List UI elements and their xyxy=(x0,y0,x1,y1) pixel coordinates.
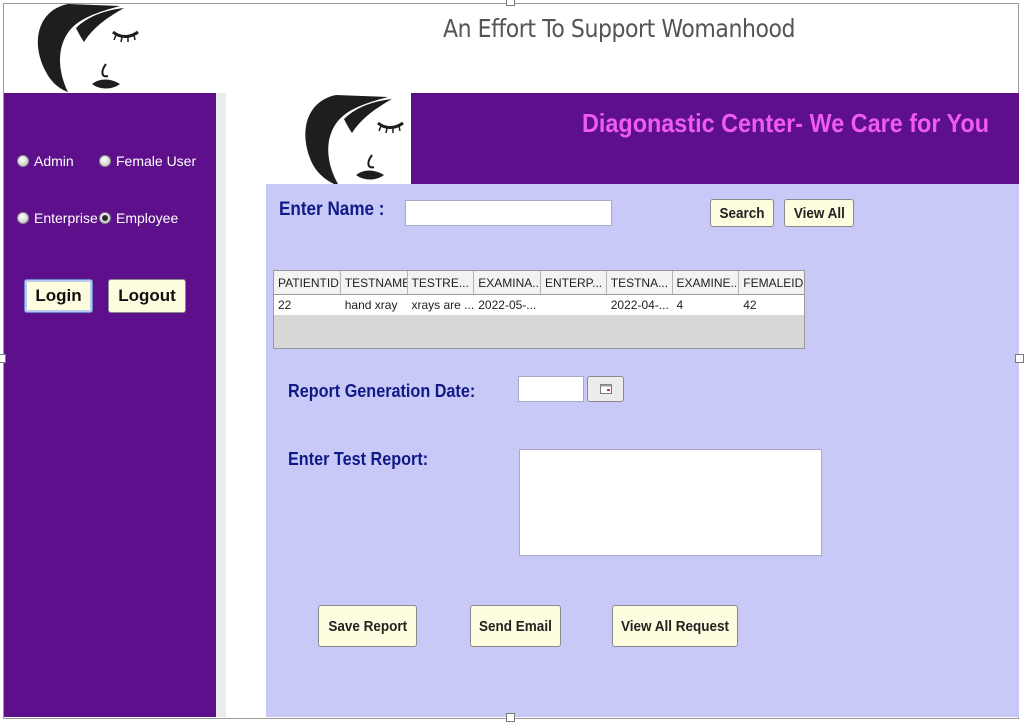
radio-admin[interactable]: Admin xyxy=(17,153,74,169)
test-report-label: Enter Test Report: xyxy=(288,449,429,469)
date-picker-button[interactable] xyxy=(587,376,624,402)
radio-female-user[interactable]: Female User xyxy=(99,153,196,169)
login-button[interactable]: Login xyxy=(24,279,93,313)
sidebar xyxy=(4,93,216,717)
save-report-button[interactable]: Save Report xyxy=(318,605,417,647)
search-button-label: Search xyxy=(719,204,765,222)
enter-name-label: Enter Name : xyxy=(279,199,385,220)
table-cell[interactable]: 22 xyxy=(274,295,341,315)
banner-title: Diagonastic Center- We Care for You xyxy=(582,108,989,138)
table-header: PATIENTID TESTNAME TESTRE... EXAMINA... … xyxy=(274,271,804,295)
table-cell[interactable]: 4 xyxy=(673,295,740,315)
table-cell[interactable]: 2022-05-... xyxy=(474,295,541,315)
column-header[interactable]: TESTNA... xyxy=(607,271,673,294)
woman-face-logo xyxy=(37,4,139,92)
view-all-request-button[interactable]: View All Request xyxy=(612,605,738,647)
report-date-input[interactable] xyxy=(518,376,584,402)
table-cell[interactable]: 2022-04-... xyxy=(607,295,673,315)
test-report-textarea[interactable] xyxy=(519,449,822,556)
send-email-label: Send Email xyxy=(479,617,552,635)
search-button[interactable]: Search xyxy=(710,199,774,227)
view-all-button-label: View All xyxy=(793,204,845,222)
radio-admin-label: Admin xyxy=(34,153,74,169)
woman-face-logo xyxy=(305,95,404,184)
resize-handle-left[interactable] xyxy=(0,354,6,363)
patient-test-table[interactable]: PATIENTID TESTNAME TESTRE... EXAMINA... … xyxy=(273,270,805,349)
column-header[interactable]: EXAMINE... xyxy=(673,271,740,294)
radio-employee-label: Employee xyxy=(116,210,179,226)
column-header[interactable]: PATIENTID xyxy=(274,271,341,294)
resize-handle-bottom[interactable] xyxy=(506,713,515,722)
calendar-icon xyxy=(599,384,612,394)
radio-button[interactable] xyxy=(99,155,111,167)
radio-button[interactable] xyxy=(17,212,29,224)
column-header[interactable]: FEMALEID xyxy=(739,271,804,294)
column-header[interactable]: TESTNAME xyxy=(341,271,408,294)
report-date-label: Report Generation Date: xyxy=(288,381,476,401)
table-cell[interactable] xyxy=(541,295,607,315)
column-header[interactable]: EXAMINA... xyxy=(474,271,541,294)
logout-button[interactable]: Logout xyxy=(108,279,186,313)
app-title: An Effort To Support Womanhood xyxy=(443,14,796,43)
radio-enterprise-label: Enterprise xyxy=(34,210,98,226)
send-email-button[interactable]: Send Email xyxy=(470,605,561,647)
radio-button-selected[interactable] xyxy=(99,212,111,224)
table-cell[interactable]: hand xray xyxy=(341,295,408,315)
resize-handle-right[interactable] xyxy=(1015,354,1024,363)
radio-button[interactable] xyxy=(17,155,29,167)
table-cell[interactable]: 42 xyxy=(739,295,804,315)
table-cell[interactable]: xrays are ... xyxy=(408,295,475,315)
radio-female-user-label: Female User xyxy=(116,153,197,169)
column-header[interactable]: TESTRE... xyxy=(408,271,475,294)
table-row[interactable]: 22 hand xray xrays are ... 2022-05-... 2… xyxy=(274,295,804,315)
radio-enterprise[interactable]: Enterprise xyxy=(17,210,98,226)
resize-handle-top[interactable] xyxy=(506,0,515,6)
save-report-label: Save Report xyxy=(328,617,407,635)
radio-employee[interactable]: Employee xyxy=(99,210,178,226)
name-search-input[interactable] xyxy=(405,200,612,226)
split-divider[interactable] xyxy=(216,93,226,717)
view-all-button[interactable]: View All xyxy=(784,199,854,227)
view-all-request-label: View All Request xyxy=(620,617,730,635)
column-header[interactable]: ENTERP... xyxy=(541,271,607,294)
